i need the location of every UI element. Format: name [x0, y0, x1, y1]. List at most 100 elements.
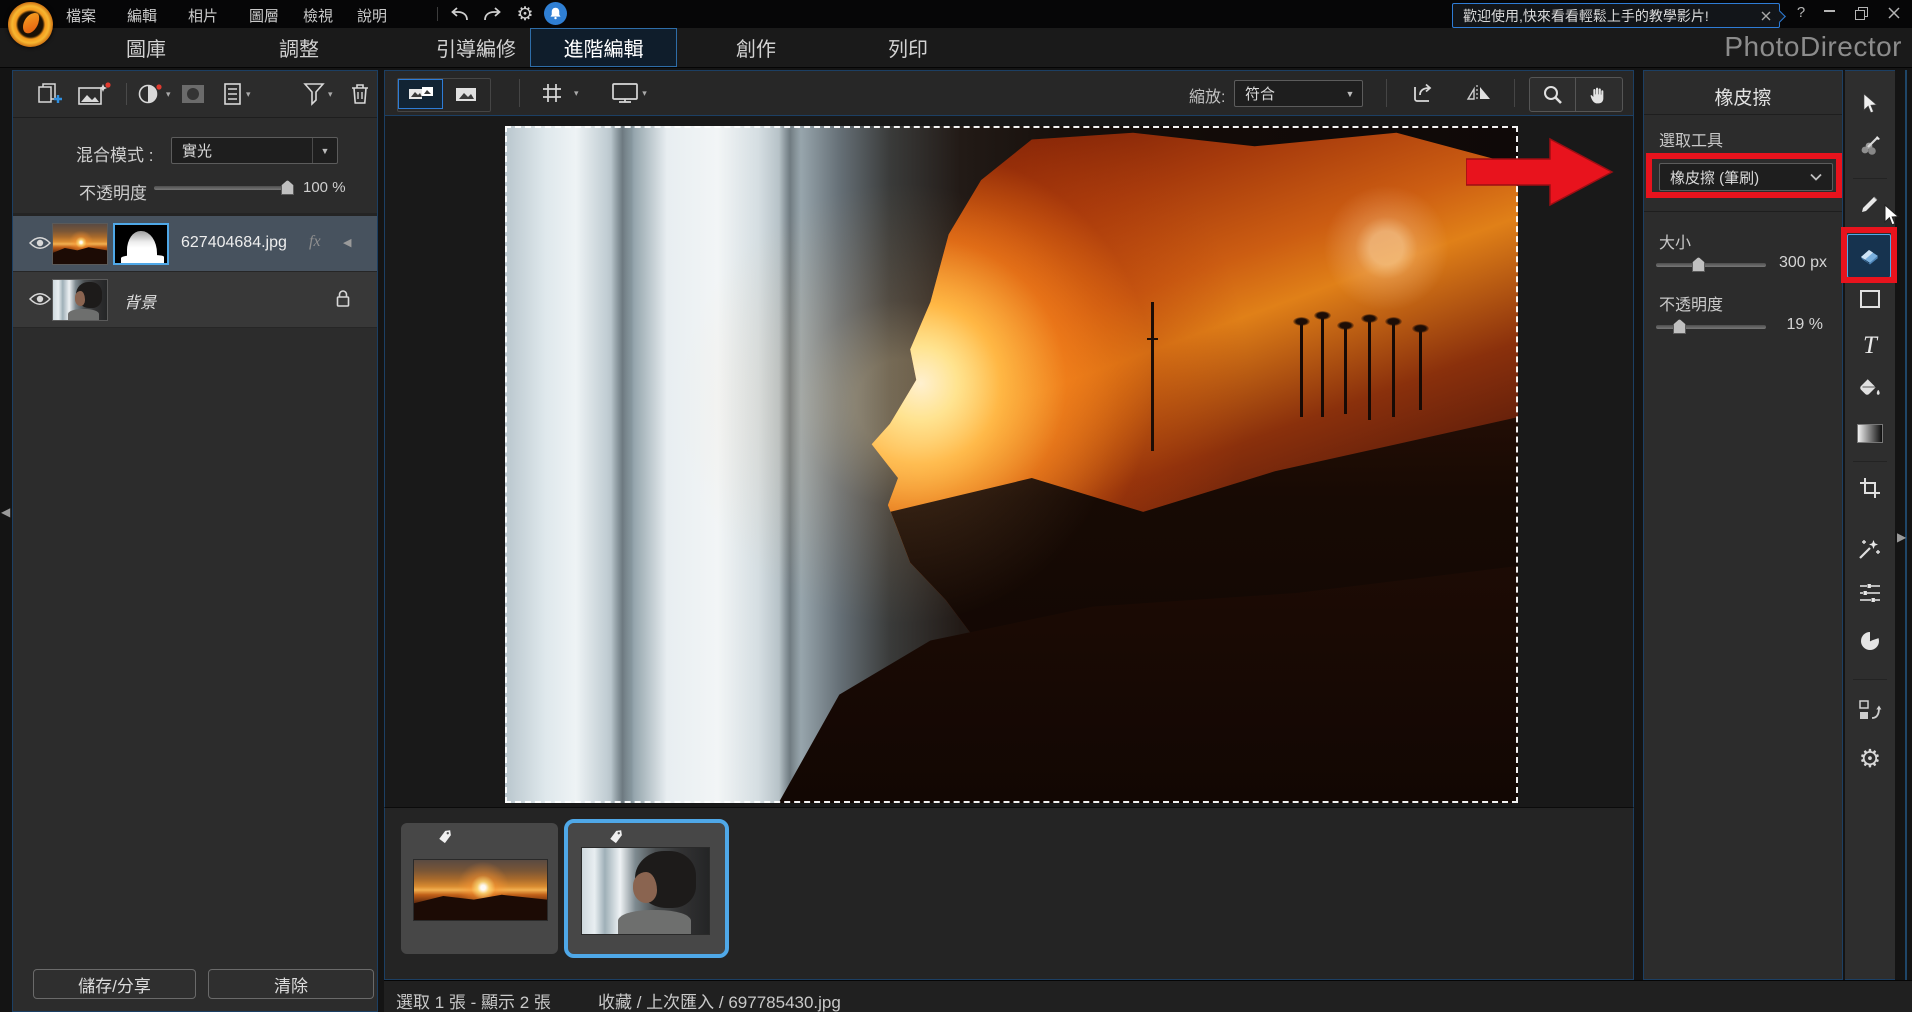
brand-logotype: PhotoDirector [1724, 31, 1902, 63]
panel-title: 橡皮擦 [1644, 83, 1842, 110]
add-image-layer-icon[interactable] [77, 80, 111, 108]
grid-overlay-icon[interactable] [535, 78, 569, 108]
welcome-tip-text: 歡迎使用,快來看看輕鬆上手的教學影片! [1453, 6, 1753, 26]
single-view-button[interactable] [443, 79, 488, 109]
zoom-tool-magnifier-icon[interactable] [1530, 78, 1576, 111]
sunset-thumbnail[interactable] [413, 859, 548, 921]
help-button[interactable]: ? [1793, 4, 1809, 21]
zoom-dropdown[interactable]: 符合 ▼ [1234, 80, 1363, 107]
shape-rectangle-tool-icon[interactable] [1857, 286, 1883, 312]
size-slider[interactable] [1656, 257, 1766, 272]
blend-mode-value: 實光 [172, 140, 312, 161]
text-tool-icon[interactable]: T [1857, 333, 1883, 359]
layer1-photo-thumbnail[interactable] [52, 223, 108, 265]
add-layer-icon[interactable] [35, 80, 63, 108]
photodirector-window: 檔案 編輯 相片 圖層 檢視 說明 ⚙ 歡迎使用,快來看看輕鬆上手的教學影片! … [0, 0, 1912, 1012]
layer-list-icon[interactable]: ▾ [223, 80, 251, 108]
flip-horizontal-icon[interactable] [1456, 78, 1501, 108]
redo-icon[interactable] [480, 3, 506, 25]
content-aware-removal-icon[interactable] [1857, 133, 1883, 159]
compare-view-button[interactable] [398, 79, 443, 109]
settings-gear-icon[interactable]: ⚙ [512, 3, 538, 25]
blend-mode-caret-icon: ▼ [312, 138, 337, 163]
color-effect-icon[interactable] [1857, 628, 1883, 654]
crop-tool-icon[interactable] [1857, 475, 1883, 501]
eraser-opacity-label: 不透明度 [1659, 291, 1723, 315]
right-panel-collapse-arrow[interactable]: ▶ [1897, 530, 1906, 544]
save-share-button[interactable]: 儲存/分享 [33, 969, 196, 999]
menu-help[interactable]: 說明 [357, 5, 387, 26]
layer1-collapse-icon[interactable]: ◀ [343, 236, 351, 249]
layer2-lock-icon[interactable] [335, 288, 351, 308]
menu-file[interactable]: 檔案 [66, 5, 96, 26]
pointer-tool-icon[interactable] [1857, 91, 1883, 117]
layer2-name: 背景 [124, 289, 156, 313]
undo-icon[interactable] [446, 3, 472, 25]
adjustment-sliders-icon[interactable] [1857, 580, 1883, 606]
welcome-tip-callout: 歡迎使用,快來看看輕鬆上手的教學影片! [1452, 3, 1780, 28]
filter-funnel-icon[interactable]: ▾ [303, 80, 333, 108]
collection-path-text: 收藏 / 上次匯入 / 697785430.jpg [598, 988, 841, 1012]
tool-settings-gear-icon[interactable]: ⚙ [1857, 746, 1883, 772]
zoom-caret-icon: ▼ [1338, 81, 1362, 106]
layer-visibility-eye-icon[interactable] [29, 236, 51, 250]
tag-icon [437, 829, 453, 844]
layer-opacity-slider[interactable] [154, 180, 294, 195]
clear-button[interactable]: 清除 [208, 969, 374, 999]
magic-wand-removal-icon[interactable] [1857, 535, 1883, 561]
menu-view[interactable]: 檢視 [303, 5, 333, 26]
gradient-tool-icon[interactable] [1857, 420, 1883, 446]
layer-panel-toolbar: ▾ ▾ ▾ [13, 71, 377, 118]
eraser-opacity-slider[interactable] [1656, 319, 1766, 334]
grid-caret[interactable]: ▾ [571, 78, 579, 108]
tab-adjust[interactable]: 調整 [249, 28, 349, 67]
fill-bucket-tool-icon[interactable] [1857, 376, 1883, 402]
export-image-icon[interactable] [1401, 78, 1446, 108]
filmstrip [384, 807, 1634, 980]
restore-button[interactable] [1855, 7, 1871, 20]
canvas-area[interactable] [384, 116, 1634, 807]
close-button[interactable] [1888, 7, 1904, 19]
menubar-divider [437, 7, 438, 21]
layer1-name: 627404684.jpg [181, 234, 287, 252]
layer2-visibility-eye-icon[interactable] [29, 292, 51, 306]
annotation-red-box-eraser [1841, 227, 1897, 283]
blend-mode-dropdown[interactable]: 實光 ▼ [171, 137, 338, 164]
pen-tool-icon[interactable] [1857, 191, 1883, 217]
left-panel-collapse-arrow[interactable]: ◀ [1, 505, 10, 519]
mask-icon[interactable] [181, 80, 205, 108]
zoom-pan-group [1529, 77, 1623, 112]
zoom-value: 符合 [1235, 83, 1338, 104]
layer1-mask-thumbnail[interactable] [113, 223, 169, 265]
portrait-thumbnail[interactable] [581, 847, 710, 935]
filmstrip-item-sunset[interactable] [401, 823, 558, 954]
menu-layer[interactable]: 圖層 [249, 5, 279, 26]
monitor-preview-icon[interactable]: ▾ [609, 78, 649, 108]
minimize-button[interactable] [1824, 10, 1840, 12]
tab-print[interactable]: 列印 [858, 28, 958, 67]
zoom-label: 縮放: [1189, 83, 1225, 107]
layer-row-image[interactable]: 627404684.jpg fx ◀ [13, 216, 377, 272]
menu-edit[interactable]: 編輯 [127, 5, 157, 26]
notification-bell-icon[interactable] [544, 2, 567, 25]
status-bar: 選取 1 張 - 顯示 2 張 收藏 / 上次匯入 / 697785430.jp… [384, 980, 1912, 1012]
size-label: 大小 [1659, 229, 1691, 253]
pan-hand-icon[interactable] [1576, 78, 1621, 111]
layer2-photo-thumbnail[interactable] [52, 279, 108, 321]
filmstrip-item-portrait-selected[interactable] [568, 823, 725, 954]
tab-edit-active[interactable]: 進階編輯 [530, 28, 677, 67]
adjustment-layer-icon[interactable]: ▾ [137, 80, 171, 108]
module-tabrow: 圖庫 調整 引導編修 進階編輯 創作 列印 PhotoDirector [0, 28, 1912, 68]
menu-photo[interactable]: 相片 [188, 5, 218, 26]
blend-mode-label: 混合模式 : [76, 141, 153, 166]
tab-library[interactable]: 圖庫 [96, 28, 196, 67]
tab-create[interactable]: 創作 [706, 28, 806, 67]
layer-panel: ▾ ▾ ▾ 混合模式 : 實光 ▼ 不透明度 100 [12, 70, 378, 1012]
layer-opacity-value: 100 % [303, 179, 346, 196]
tag-icon [608, 829, 624, 844]
convert-layers-icon[interactable] [1857, 698, 1883, 724]
delete-layer-trash-icon[interactable] [349, 80, 371, 108]
layer-row-background[interactable]: 背景 [13, 272, 377, 328]
composite-photo[interactable] [505, 126, 1518, 803]
layer1-fx-badge[interactable]: fx [309, 233, 321, 251]
